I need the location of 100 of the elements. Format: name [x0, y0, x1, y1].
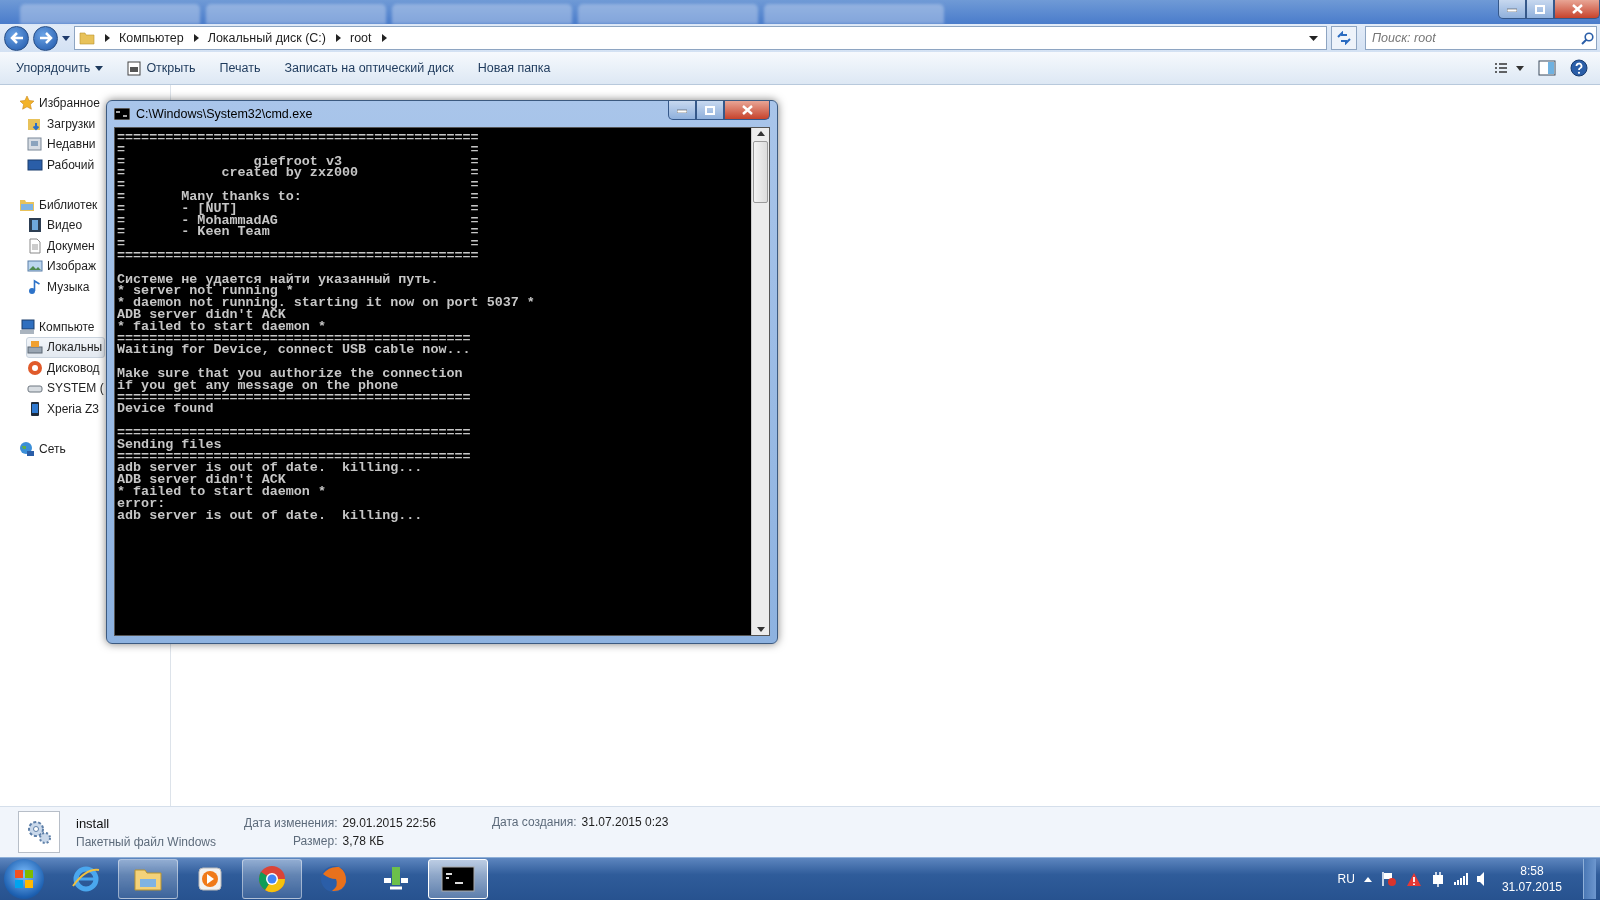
close-button[interactable]: [724, 101, 770, 120]
forward-button[interactable]: [33, 25, 58, 51]
signal-bars-icon[interactable]: [1453, 873, 1468, 885]
sidebar-item[interactable]: Дисковод: [26, 357, 103, 379]
organize-menu-button[interactable]: Упорядочить: [6, 57, 114, 79]
console-line: = - Keen Team =: [117, 226, 480, 239]
warning-icon[interactable]: [1405, 871, 1422, 887]
minimize-button[interactable]: [668, 101, 696, 120]
close-icon: [741, 105, 753, 115]
console-line: adb server is out of date. killing...: [117, 509, 424, 522]
sidebar-item[interactable]: Локальны: [26, 336, 106, 358]
language-indicator[interactable]: RU: [1337, 872, 1355, 886]
sidebar-item[interactable]: Недавни: [26, 134, 99, 155]
minimize-icon: [677, 107, 687, 113]
breadcrumb[interactable]: Компьютер: [119, 31, 184, 45]
console-line: =============================================: [117, 249, 480, 262]
sidebar-item[interactable]: Музыка: [26, 276, 93, 298]
address-field[interactable]: Компьютер Локальный диск (C:) root: [74, 26, 1327, 50]
breadcrumb[interactable]: root: [350, 31, 372, 45]
console-icon: [441, 866, 475, 892]
search-field[interactable]: Поиск: root: [1365, 26, 1597, 50]
globe-e-icon: [71, 864, 101, 894]
open-button[interactable]: Открыть: [117, 56, 206, 80]
console-line: Системе не удается найти указанный путь.: [117, 273, 440, 286]
view-options-button[interactable]: [1494, 63, 1524, 73]
help-icon: [1570, 59, 1588, 77]
start-button[interactable]: [4, 859, 44, 899]
clock-time[interactable]: 8:58: [1520, 864, 1544, 878]
console-line: Sending files: [117, 438, 223, 451]
console-line: if you get any message on the phone: [117, 379, 400, 392]
console-line: ADB server didn't ACK: [117, 308, 286, 321]
sidebar-item[interactable]: Загрузки: [26, 113, 99, 135]
pane-icon: [1538, 60, 1556, 76]
sidebar-group[interactable]: Библиотек: [18, 194, 101, 215]
sidebar-item[interactable]: Рабочий: [26, 154, 98, 176]
document-icon: [27, 237, 43, 254]
preview-pane-button[interactable]: [1538, 60, 1556, 76]
caret-icon: [95, 65, 104, 71]
power-plug-icon[interactable]: [1430, 871, 1445, 887]
recent-places-icon: [27, 136, 43, 153]
up-caret-icon: [756, 131, 765, 136]
console-line: error:: [117, 497, 167, 510]
console-line: = Many thanks to: =: [117, 191, 480, 203]
caret-icon: [62, 35, 70, 41]
speaker-icon[interactable]: [1476, 872, 1485, 886]
sidebar-group[interactable]: Компьюте: [18, 316, 98, 337]
maximize-button[interactable]: [1526, 0, 1554, 19]
console-line: =============================================: [117, 132, 480, 144]
sidebar-item[interactable]: Видео: [26, 214, 86, 236]
close-icon: [1571, 4, 1583, 14]
caret-icon: [756, 627, 765, 632]
toolbar-button[interactable]: Записать на оптический диск: [274, 57, 464, 79]
star-icon: [19, 95, 35, 112]
console-line: Waiting for Device, connect USB cable now...: [117, 344, 472, 357]
refresh-button[interactable]: [1331, 26, 1357, 50]
picture-icon: [27, 258, 43, 275]
history-dropdown[interactable]: [62, 35, 70, 41]
minimize-button[interactable]: [1498, 0, 1526, 19]
folder-icon: [79, 30, 95, 46]
search-icon: [1581, 31, 1594, 45]
clock-date[interactable]: 31.07.2015: [1501, 880, 1562, 894]
maximize-button[interactable]: [696, 101, 724, 120]
console-line: ============================================: [117, 391, 472, 404]
fox-globe-icon: [319, 864, 349, 894]
sidebar-item[interactable]: SYSTEM (: [26, 378, 107, 399]
close-button[interactable]: [1554, 0, 1600, 19]
console-line: = =: [117, 143, 480, 156]
show-hidden-icons-button[interactable]: [1363, 876, 1372, 882]
toolbar-button[interactable]: Печать: [209, 57, 271, 79]
field-value: 29.01.2015 22:56: [342, 816, 436, 830]
field-label: Дата изменения:: [244, 816, 338, 830]
browser-circle-icon: [257, 864, 287, 894]
sidebar-group[interactable]: Избранное: [18, 93, 103, 114]
console-line: * server not running *: [117, 285, 294, 298]
console-line: ADB server didn't ACK: [117, 474, 286, 486]
network-globe-icon: [19, 440, 35, 457]
sidebar-item[interactable]: Xperia Z3: [26, 398, 103, 420]
sidebar-group[interactable]: Сеть: [18, 438, 69, 459]
taskbar-app[interactable]: [428, 859, 488, 899]
up-caret-icon: [1363, 876, 1372, 882]
music-note-icon: [27, 279, 43, 296]
console-line: ============================================: [117, 450, 472, 463]
sidebar-item[interactable]: Докумен: [26, 235, 98, 257]
maximize-icon: [705, 105, 715, 115]
back-arrow-icon: [9, 32, 24, 44]
sidebar-item[interactable]: Изображ: [26, 256, 99, 277]
back-button[interactable]: [4, 25, 29, 51]
toolbar-button[interactable]: Новая папка: [467, 57, 561, 79]
console-line: * daemon not running. starting it now on port 5037 *: [117, 297, 536, 309]
scroll-thumb[interactable]: [753, 141, 768, 203]
desktop-icon: [27, 157, 43, 174]
flag-error-icon[interactable]: [1380, 871, 1397, 887]
field-label: Дата создания:: [491, 815, 577, 829]
drive-icon: [27, 339, 43, 356]
field-value: 3,78 КБ: [342, 834, 386, 848]
caret-icon: [1309, 35, 1318, 41]
help-button[interactable]: [1570, 59, 1588, 77]
breadcrumb[interactable]: Локальный диск (C:): [207, 31, 326, 45]
console-line: = giefroot v3 =: [117, 155, 480, 168]
scrollbar[interactable]: [751, 128, 769, 635]
